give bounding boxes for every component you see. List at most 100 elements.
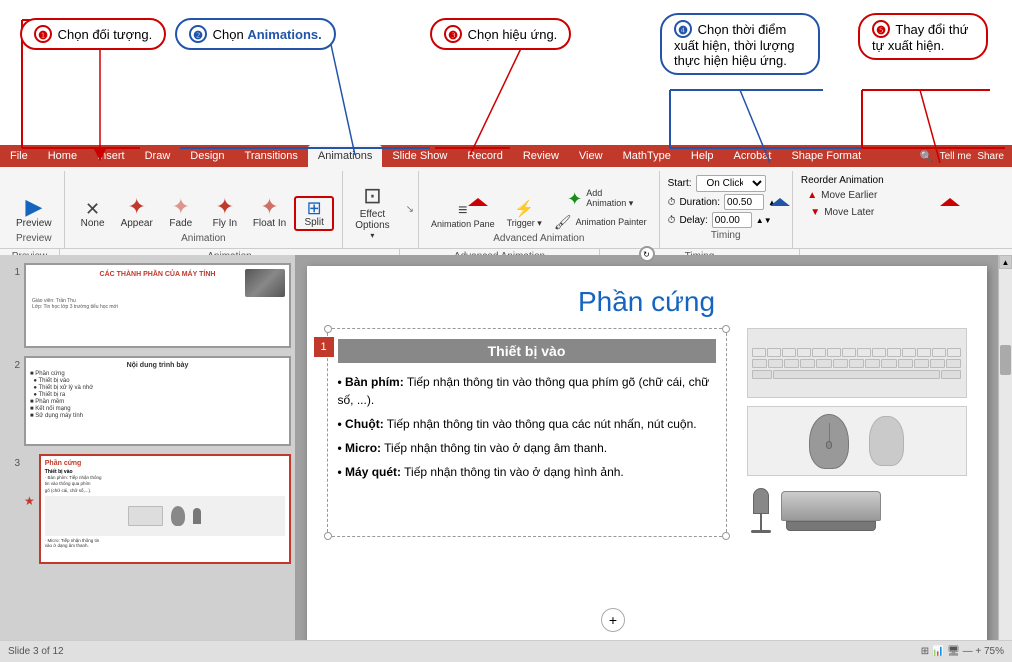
- annotation-area: [0, 0, 1012, 148]
- animation-painter-button[interactable]: 🖌 Animation Painter: [550, 213, 651, 231]
- key: [752, 348, 766, 357]
- slide-1-number: 1: [4, 263, 20, 278]
- effect-options-button[interactable]: ⊡ EffectOptions ▾: [351, 181, 393, 242]
- preview-group-label: Preview: [16, 233, 52, 244]
- slide-2-title: Nội dung trình bày: [30, 362, 285, 369]
- slide-panel: 1 CÁC THÀNH PHẦN CỦA MÁY TÍNH Giáo viên:…: [0, 255, 295, 662]
- slide-2-item-7: ■ Sử dụng máy tính: [30, 413, 285, 419]
- duration-row: ⏱ Duration: ▲▼: [668, 194, 784, 210]
- slide-images: [747, 328, 967, 537]
- tab-animations[interactable]: Animations: [308, 145, 382, 167]
- share-button[interactable]: Share: [977, 151, 1004, 162]
- slide-3-content: Phần cứng Thiết bị vào · Bàn phím: Tiếp …: [41, 456, 289, 552]
- key: [784, 359, 799, 368]
- keyboard-row-3: [752, 370, 962, 379]
- slide-1-content: CÁC THÀNH PHẦN CỦA MÁY TÍNH Giáo viên: T…: [26, 265, 289, 316]
- scroll-track: [999, 269, 1012, 648]
- tab-design[interactable]: Design: [180, 145, 234, 167]
- move-earlier-button[interactable]: ▲ Move Earlier: [801, 188, 884, 203]
- trigger-icon: ⚡: [514, 202, 534, 218]
- split-icon: ⊞: [307, 199, 322, 217]
- floatin-button[interactable]: ✦ Float In: [249, 194, 290, 231]
- duration-spinner[interactable]: ▲▼: [768, 198, 784, 207]
- slide-2-item-4: ● Thiết bị ra: [30, 392, 285, 398]
- slide-1-thumbnail[interactable]: CÁC THÀNH PHẦN CỦA MÁY TÍNH Giáo viên: T…: [24, 263, 291, 348]
- tab-insert[interactable]: Insert: [87, 145, 135, 167]
- move-later-button[interactable]: ▼ Move Later: [801, 205, 884, 220]
- tab-mathtype[interactable]: MathType: [613, 145, 681, 167]
- timing-group-label: Timing: [711, 230, 741, 241]
- key: [812, 348, 826, 357]
- mouse-center-line: [829, 423, 830, 443]
- ribbon-tabs[interactable]: File Home Insert Draw Design Transitions…: [0, 145, 1012, 167]
- tab-file[interactable]: File: [0, 145, 38, 167]
- slide-2-thumbnail[interactable]: Nội dung trình bày ■ Phần cứng ● Thiết b…: [24, 356, 291, 446]
- keyboard-visual: [748, 344, 966, 383]
- preview-button[interactable]: ▶ Preview: [12, 194, 56, 231]
- tab-transitions[interactable]: Transitions: [235, 145, 308, 167]
- mic-scanner-row: [747, 484, 967, 537]
- tab-view[interactable]: View: [569, 145, 613, 167]
- duration-input[interactable]: [724, 194, 764, 210]
- add-animation-label: AddAnimation ▾: [586, 188, 633, 209]
- slide-content: 1 Thiết bị vào • Bàn phím: Tiếp nhận thô…: [307, 328, 987, 537]
- scroll-up-btn[interactable]: ▲: [999, 255, 1012, 269]
- tab-help[interactable]: Help: [681, 145, 724, 167]
- slide-thumb-1: 1 CÁC THÀNH PHẦN CỦA MÁY TÍNH Giáo viên:…: [4, 263, 291, 348]
- animation-number-badge: 1: [314, 337, 334, 357]
- key: [881, 359, 896, 368]
- preview-buttons: ▶ Preview: [12, 175, 56, 231]
- section-heading: Thiết bị vào: [338, 339, 716, 363]
- tab-draw[interactable]: Draw: [135, 145, 181, 167]
- ribbon-group-effect: ⊡ EffectOptions ▾: [343, 171, 401, 248]
- key: [946, 359, 961, 368]
- effect-label: EffectOptions: [355, 209, 389, 231]
- appear-button[interactable]: ✦ Appear: [117, 194, 157, 231]
- trigger-button[interactable]: ⚡ Trigger ▾: [503, 200, 546, 231]
- fade-button[interactable]: ✦ Fade: [161, 194, 201, 231]
- animation-pane-icon: ≡: [458, 203, 467, 219]
- none-button[interactable]: ✕ None: [73, 198, 113, 231]
- add-animation-button[interactable]: ✦ AddAnimation ▾: [550, 186, 651, 211]
- rotation-handle[interactable]: ↻: [639, 246, 655, 262]
- animation-pane-button[interactable]: ≡ Animation Pane: [427, 201, 499, 231]
- slide-canvas[interactable]: Phần cứng 1 Thiết bị vào • Bàn phím: Tiế…: [307, 266, 987, 651]
- slide-2-item-1: ■ Phần cứng: [30, 371, 285, 377]
- scroll-thumb[interactable]: [1000, 345, 1011, 375]
- split-button[interactable]: ⊞ Split: [294, 196, 334, 231]
- ribbon-group-reorder: Reorder Animation ▲ Move Earlier ▼ Move …: [793, 171, 892, 248]
- tab-review[interactable]: Review: [513, 145, 569, 167]
- delay-spinner[interactable]: ▲▼: [756, 216, 772, 225]
- search-icon: 🔍: [920, 150, 934, 163]
- key: [842, 348, 856, 357]
- mouse-scroll-wheel: [826, 441, 832, 449]
- delay-input[interactable]: [712, 212, 752, 228]
- keyboard-image: [747, 328, 967, 398]
- slide-3-title: Phần cứng: [45, 460, 285, 467]
- key-enter: [941, 370, 962, 379]
- view-icons: ⊞ 📊 🖥 — + 75%: [921, 646, 1004, 657]
- slide-2-item-3: ● Thiết bị xử lý và nhớ: [30, 385, 285, 391]
- key: [872, 348, 886, 357]
- right-scrollbar[interactable]: ▲ ▼: [998, 255, 1012, 662]
- tab-shapeformat[interactable]: Shape Format: [781, 145, 871, 167]
- slide-nav-up[interactable]: +: [601, 608, 625, 632]
- slide-thumb-3: 3 ★ Phần cứng Thiết bị vào · Bàn phím: T…: [4, 454, 291, 564]
- tab-home[interactable]: Home: [38, 145, 87, 167]
- text-content-box[interactable]: 1 Thiết bị vào • Bàn phím: Tiếp nhận thô…: [327, 328, 727, 537]
- none-label: None: [81, 218, 105, 229]
- slide-2-content: Nội dung trình bày ■ Phần cứng ● Thiết b…: [26, 358, 289, 424]
- slide-3-thumbnail[interactable]: Phần cứng Thiết bị vào · Bàn phím: Tiếp …: [39, 454, 291, 564]
- ribbon-group-animation: ✕ None ✦ Appear ✦ Fade ✦ Fly In ✦ Floa: [65, 171, 344, 248]
- move-later-icon: ▼: [810, 207, 820, 218]
- key-shift: [752, 370, 773, 379]
- tab-record[interactable]: Record: [457, 145, 512, 167]
- key: [849, 359, 864, 368]
- move-later-label: Move Later: [824, 207, 874, 218]
- flyin-button[interactable]: ✦ Fly In: [205, 194, 245, 231]
- start-select[interactable]: On Click: [696, 175, 766, 192]
- key: [887, 348, 901, 357]
- tab-slideshow[interactable]: Slide Show: [382, 145, 457, 167]
- appear-icon: ✦: [127, 196, 145, 218]
- tab-acrobat[interactable]: Acrobat: [724, 145, 782, 167]
